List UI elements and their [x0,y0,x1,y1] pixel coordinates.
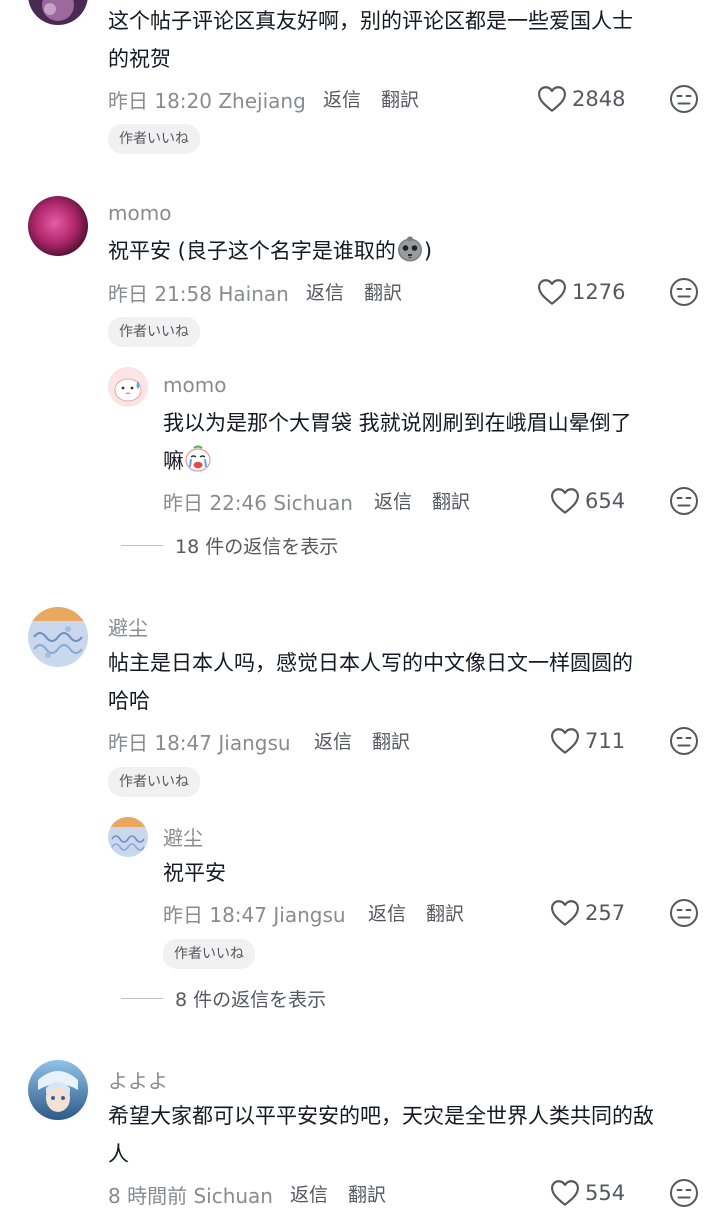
translate-button[interactable]: 翻訳 [364,278,402,305]
divider [121,544,163,546]
username[interactable]: よよよ [108,1065,168,1094]
author-liked-badge: 作者いいね [108,317,200,347]
dislike-icon[interactable] [669,898,699,928]
like-button[interactable]: 2848 [537,84,625,114]
like-button[interactable]: 711 [550,726,625,756]
avatar[interactable] [28,196,88,256]
username[interactable]: momo [163,373,226,397]
avatar[interactable] [28,607,88,667]
divider [121,997,163,999]
like-button[interactable]: 257 [550,898,625,928]
comment-text: 的祝贺 [108,47,171,71]
username[interactable]: momo [108,201,171,225]
comment-location: Hainan [218,282,289,306]
author-liked-badge: 作者いいね [108,767,200,797]
show-replies-label[interactable]: 8 件の返信を表示 [175,985,326,1012]
show-replies-button[interactable]: 8 件の返信を表示 [121,983,326,1013]
dislike-icon[interactable] [669,1178,699,1208]
comment-text: 这个帖子评论区真友好啊，别的评论区都是一些爱国人士 [108,9,633,33]
reply-button[interactable]: 返信 [323,85,361,112]
username[interactable]: 避尘 [108,612,148,641]
like-button[interactable]: 1276 [537,277,625,307]
reply-text: 祝平安 [163,861,226,885]
heart-icon [550,1179,580,1207]
comment-date: 昨日 18:20 [108,89,212,113]
reply-location: Jiangsu [273,903,346,927]
heart-icon [550,727,580,755]
comment-text: 哈哈 [108,689,150,713]
translate-button[interactable]: 翻訳 [372,727,410,754]
comment-time: 昨日 18:47 Jiangsu [108,727,291,756]
reply-button[interactable]: 返信 [374,487,412,514]
comment-time: 昨日 21:58 Hainan [108,278,289,307]
reply-button[interactable]: 返信 [306,278,344,305]
show-replies-label[interactable]: 18 件の返信を表示 [175,532,338,559]
comment-time: 8 時間前 Sichuan [108,1180,273,1209]
avatar[interactable] [28,0,88,25]
dislike-icon[interactable] [669,726,699,756]
reply-button[interactable]: 返信 [290,1180,328,1207]
comment-location: Jiangsu [218,731,291,755]
dislike-icon[interactable] [669,277,699,307]
avatar[interactable] [28,1060,88,1120]
translate-button[interactable]: 翻訳 [348,1180,386,1207]
like-count: 2848 [572,87,626,111]
like-count: 554 [585,1181,626,1205]
comment-text: 祝平安 (良子这个名字是谁取的) [108,232,432,270]
comment-text: 人 [108,1142,129,1166]
heart-icon [550,899,580,927]
comment-location: Zhejiang [218,89,306,113]
author-liked-badge: 作者いいね [108,124,200,154]
like-button[interactable]: 554 [550,1178,625,1208]
reply-button[interactable]: 返信 [314,727,352,754]
reply-button[interactable]: 返信 [368,899,406,926]
reply-location: Sichuan [273,491,353,515]
translate-button[interactable]: 翻訳 [426,899,464,926]
like-button[interactable]: 654 [550,486,625,516]
comment-location: Sichuan [193,1184,273,1208]
reply-date: 昨日 22:46 [163,491,267,515]
skull-emoji-icon [397,236,422,262]
like-count: 711 [585,729,626,753]
translate-button[interactable]: 翻訳 [381,85,419,112]
username[interactable]: 避尘 [163,822,203,851]
like-count: 1276 [572,280,626,304]
heart-icon [537,278,567,306]
author-liked-badge: 作者いいね [163,939,255,969]
crying-face-emoji-icon [185,445,211,472]
comment-time: 昨日 18:20 Zhejiang [108,85,306,114]
dislike-icon[interactable] [669,486,699,516]
reply-text: 我以为是那个大胃袋 我就说刚刷到在峨眉山晕倒了 [163,411,632,435]
heart-icon [537,85,567,113]
translate-button[interactable]: 翻訳 [432,487,470,514]
like-count: 654 [585,489,626,513]
comment-date: 昨日 21:58 [108,282,212,306]
reply-text: 嘛 [163,442,212,480]
like-count: 257 [585,901,626,925]
comment-text: 帖主是日本人吗，感觉日本人写的中文像日文一样圆圆的 [108,651,633,675]
heart-icon [550,487,580,515]
comment-text: 希望大家都可以平平安安的吧，天灾是全世界人类共同的敌 [108,1104,654,1128]
comment-date: 8 時間前 [108,1184,188,1208]
reply-time: 昨日 22:46 Sichuan [163,487,353,516]
avatar[interactable] [108,367,148,407]
reply-date: 昨日 18:47 [163,903,267,927]
show-replies-button[interactable]: 18 件の返信を表示 [121,530,338,560]
dislike-icon[interactable] [669,84,699,114]
avatar[interactable] [108,817,148,857]
comment-date: 昨日 18:47 [108,731,212,755]
reply-time: 昨日 18:47 Jiangsu [163,899,346,928]
